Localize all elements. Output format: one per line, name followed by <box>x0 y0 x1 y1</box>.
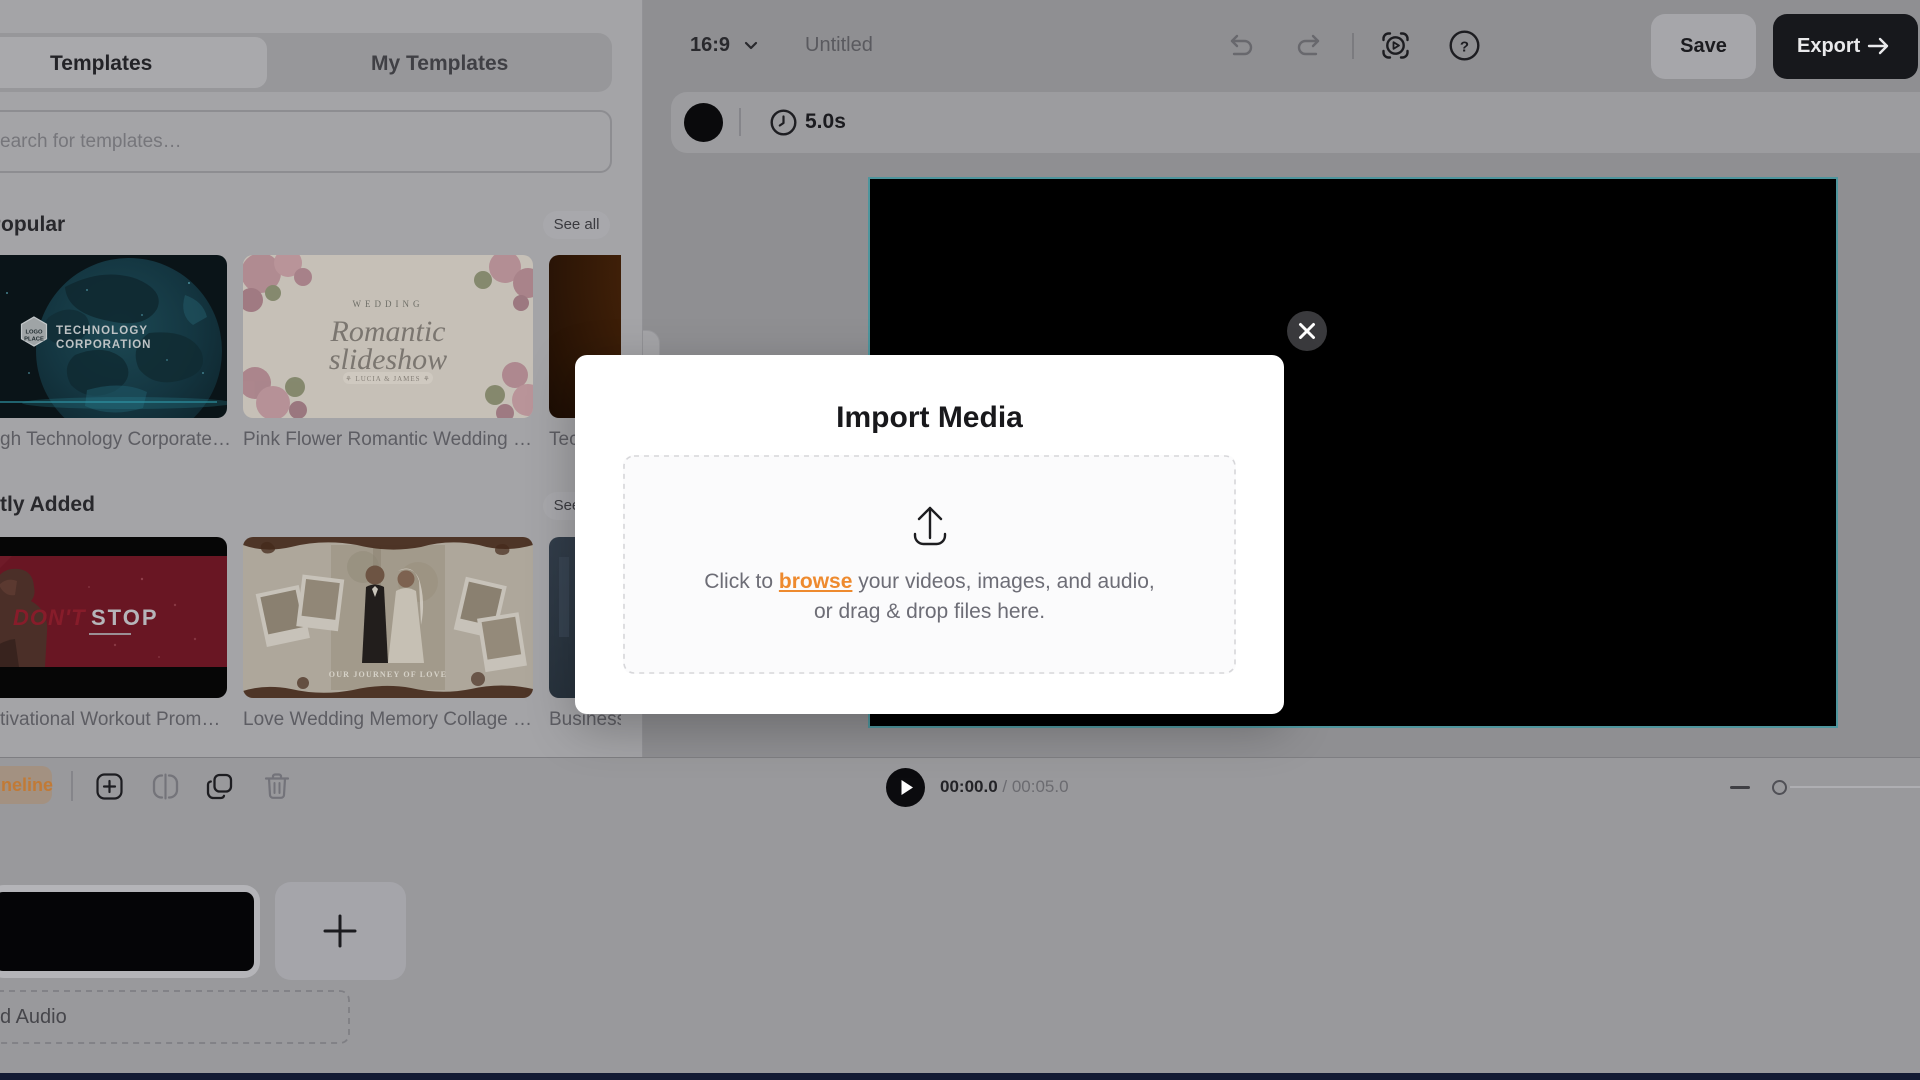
svg-text:?: ? <box>1460 39 1469 56</box>
svg-text:CORPORATION: CORPORATION <box>56 339 151 351</box>
svg-text:LOGO: LOGO <box>25 330 43 336</box>
svg-text:WEDDING: WEDDING <box>353 299 424 309</box>
svg-text:PLACE: PLACE <box>24 337 44 343</box>
svg-text:⚘ LUCIA & JAMES ⚘: ⚘ LUCIA & JAMES ⚘ <box>345 375 430 383</box>
svg-text:TECHNOLOGY: TECHNOLOGY <box>56 325 148 337</box>
svg-text:slideshow: slideshow <box>329 343 447 376</box>
svg-text:STOP: STOP <box>91 605 159 630</box>
svg-text:DON'T: DON'T <box>13 605 86 630</box>
svg-text:OUR JOURNEY OF LOVE: OUR JOURNEY OF LOVE <box>329 670 447 679</box>
